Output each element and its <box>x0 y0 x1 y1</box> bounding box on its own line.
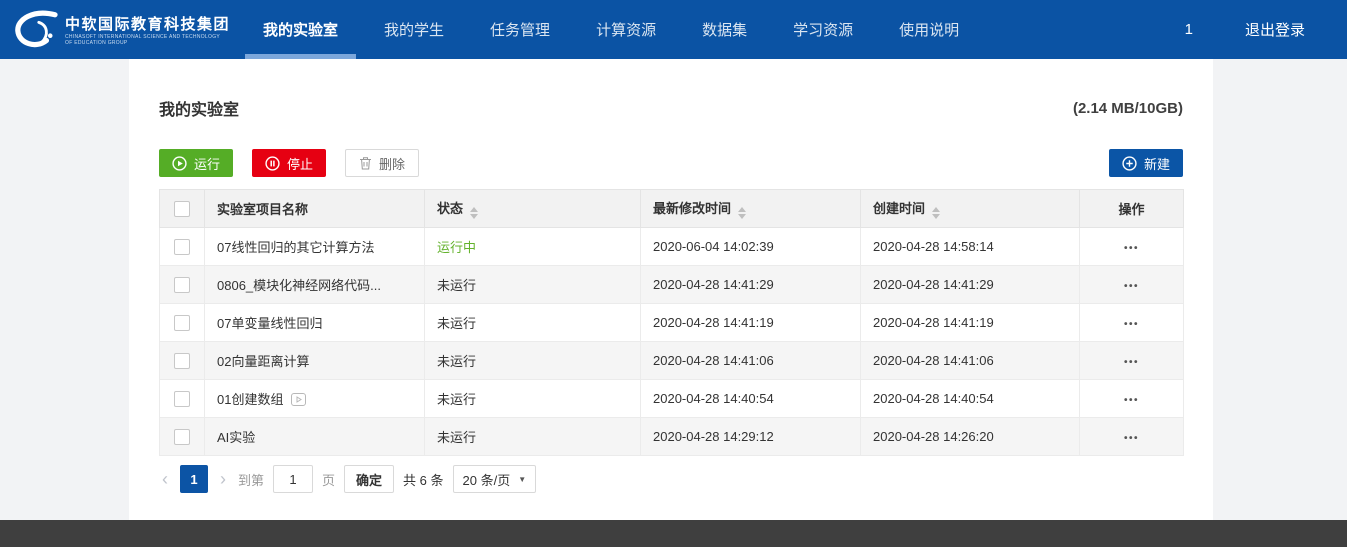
created-time: 2020-04-28 14:40:54 <box>861 380 1080 418</box>
more-actions-button[interactable]: ••• <box>1124 357 1139 368</box>
lab-projects-table: 实验室项目名称 状态 最新修改时间 创建时间 操作 07线性回归的其它计算方法 … <box>159 189 1184 456</box>
logo-subtitle-line2: OF EDUCATION GROUP <box>65 40 230 46</box>
project-name-link[interactable]: 07线性回归的其它计算方法 <box>217 240 374 255</box>
created-time: 2020-04-28 14:41:19 <box>861 304 1080 342</box>
chevron-down-icon: ▼ <box>518 475 526 484</box>
delete-button[interactable]: 删除 <box>345 149 419 177</box>
row-checkbox[interactable] <box>174 277 190 293</box>
page-number-button[interactable]: 1 <box>180 465 208 493</box>
column-header-action: 操作 <box>1080 190 1184 228</box>
nav-item-my-lab[interactable]: 我的实验室 <box>240 0 361 59</box>
modified-time: 2020-04-28 14:40:54 <box>641 380 861 418</box>
status-label: 未运行 <box>425 380 641 418</box>
project-name-link[interactable]: 02向量距离计算 <box>217 354 309 369</box>
status-label: 未运行 <box>425 266 641 304</box>
nav-item-help[interactable]: 使用说明 <box>876 0 982 59</box>
toolbar: 运行 停止 删除 新建 <box>159 149 1183 177</box>
table-header-row: 实验室项目名称 状态 最新修改时间 创建时间 操作 <box>160 190 1184 228</box>
storage-usage: (2.14 MB/10GB) <box>1073 100 1183 117</box>
project-name-link[interactable]: AI实验 <box>217 430 255 445</box>
modified-time: 2020-04-28 14:41:19 <box>641 304 861 342</box>
logout-button[interactable]: 退出登录 <box>1245 19 1305 40</box>
row-checkbox[interactable] <box>174 353 190 369</box>
pause-circle-icon <box>265 156 280 171</box>
sort-modified-button[interactable] <box>738 207 746 219</box>
table-row: 07单变量线性回归 未运行 2020-04-28 14:41:19 2020-0… <box>160 304 1184 342</box>
plus-circle-icon <box>1122 156 1137 171</box>
table-row: 01创建数组 未运行 2020-04-28 14:40:54 2020-04-2… <box>160 380 1184 418</box>
sort-status-button[interactable] <box>470 207 478 219</box>
table-row: 0806_模块化神经网络代码... 未运行 2020-04-28 14:41:2… <box>160 266 1184 304</box>
created-time: 2020-04-28 14:41:06 <box>861 342 1080 380</box>
column-header-status: 状态 <box>425 190 641 228</box>
status-label: 未运行 <box>425 418 641 456</box>
content-card: 我的实验室 (2.14 MB/10GB) 运行 停止 删除 新建 实验室项目名称… <box>129 59 1213 520</box>
more-actions-button[interactable]: ••• <box>1124 433 1139 444</box>
more-actions-button[interactable]: ••• <box>1124 243 1139 254</box>
more-actions-button[interactable]: ••• <box>1124 281 1139 292</box>
main-nav: 我的实验室 我的学生 任务管理 计算资源 数据集 学习资源 使用说明 <box>240 0 982 59</box>
total-count-label: 共 6 条 <box>403 470 443 489</box>
create-button[interactable]: 新建 <box>1109 149 1183 177</box>
project-name-link[interactable]: 0806_模块化神经网络代码... <box>217 278 381 293</box>
more-actions-button[interactable]: ••• <box>1124 395 1139 406</box>
trash-icon <box>359 156 372 170</box>
logo-title: 中软国际教育科技集团 <box>65 13 230 34</box>
chinasoft-swirl-icon <box>12 10 58 50</box>
status-label: 未运行 <box>425 342 641 380</box>
next-page-button[interactable]: › <box>217 465 229 493</box>
goto-page-label: 到第 <box>238 470 264 489</box>
nav-item-datasets[interactable]: 数据集 <box>679 0 770 59</box>
logo[interactable]: 中软国际教育科技集团 CHINASOFT INTERNATIONAL SCIEN… <box>0 10 230 50</box>
run-button[interactable]: 运行 <box>159 149 233 177</box>
row-checkbox[interactable] <box>174 315 190 331</box>
table-row: 07线性回归的其它计算方法 运行中 2020-06-04 14:02:39 20… <box>160 228 1184 266</box>
page-title: 我的实验室 <box>159 96 239 120</box>
more-actions-button[interactable]: ••• <box>1124 319 1139 330</box>
title-row: 我的实验室 (2.14 MB/10GB) <box>159 96 1183 120</box>
column-header-name: 实验室项目名称 <box>205 190 425 228</box>
status-label: 运行中 <box>425 228 641 266</box>
created-time: 2020-04-28 14:41:29 <box>861 266 1080 304</box>
modified-time: 2020-04-28 14:29:12 <box>641 418 861 456</box>
created-time: 2020-04-28 14:58:14 <box>861 228 1080 266</box>
page-unit-label: 页 <box>322 470 335 489</box>
nav-item-my-students[interactable]: 我的学生 <box>361 0 467 59</box>
nav-item-compute[interactable]: 计算资源 <box>573 0 679 59</box>
created-time: 2020-04-28 14:26:20 <box>861 418 1080 456</box>
stop-button[interactable]: 停止 <box>252 149 326 177</box>
page-size-select[interactable]: 20 条/页 ▼ <box>453 465 537 493</box>
confirm-page-button[interactable]: 确定 <box>344 465 394 493</box>
logo-text: 中软国际教育科技集团 CHINASOFT INTERNATIONAL SCIEN… <box>65 13 230 46</box>
column-header-created: 创建时间 <box>861 190 1080 228</box>
column-header-modified: 最新修改时间 <box>641 190 861 228</box>
row-checkbox[interactable] <box>174 391 190 407</box>
nav-item-learning[interactable]: 学习资源 <box>770 0 876 59</box>
top-navbar: 中软国际教育科技集团 CHINASOFT INTERNATIONAL SCIEN… <box>0 0 1347 59</box>
video-play-icon[interactable] <box>291 393 306 406</box>
nav-item-task-mgmt[interactable]: 任务管理 <box>467 0 573 59</box>
prev-page-button[interactable]: ‹ <box>159 465 171 493</box>
select-all-checkbox[interactable] <box>174 201 190 217</box>
navbar-right: 1 退出登录 <box>1185 19 1347 40</box>
status-label: 未运行 <box>425 304 641 342</box>
project-name-link[interactable]: 01创建数组 <box>217 392 283 407</box>
page-footer <box>0 520 1347 547</box>
modified-time: 2020-06-04 14:02:39 <box>641 228 861 266</box>
modified-time: 2020-04-28 14:41:29 <box>641 266 861 304</box>
notification-count-badge[interactable]: 1 <box>1185 21 1193 38</box>
modified-time: 2020-04-28 14:41:06 <box>641 342 861 380</box>
row-checkbox[interactable] <box>174 239 190 255</box>
project-name-link[interactable]: 07单变量线性回归 <box>217 316 322 331</box>
sort-created-button[interactable] <box>932 207 940 219</box>
goto-page-input[interactable] <box>273 465 313 493</box>
pagination: ‹ 1 › 到第 页 确定 共 6 条 20 条/页 ▼ <box>159 465 1183 493</box>
play-circle-icon <box>172 156 187 171</box>
table-row: AI实验 未运行 2020-04-28 14:29:12 2020-04-28 … <box>160 418 1184 456</box>
table-row: 02向量距离计算 未运行 2020-04-28 14:41:06 2020-04… <box>160 342 1184 380</box>
row-checkbox[interactable] <box>174 429 190 445</box>
